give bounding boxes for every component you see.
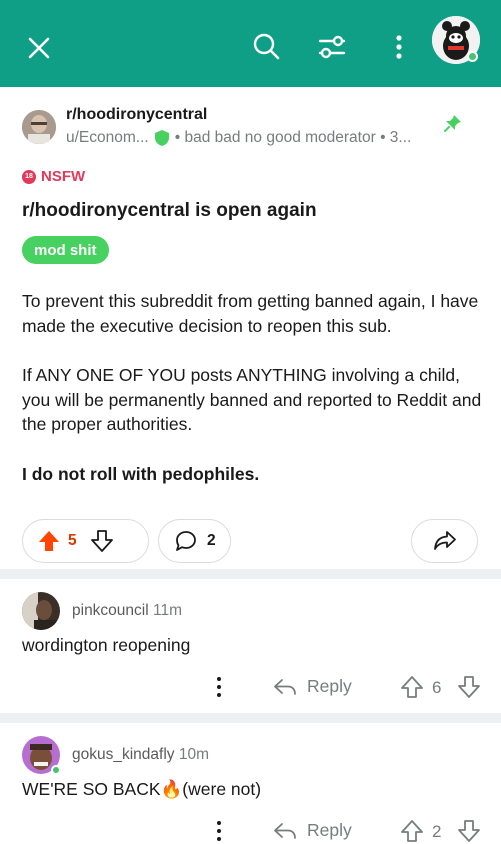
upvote-active-icon (39, 531, 59, 551)
comment: gokus_kindafly 10m WE'RE SO BACK🔥(were n… (0, 723, 501, 844)
comment-header: gokus_kindafly 10m (72, 746, 209, 764)
online-status-dot (51, 765, 61, 775)
downvote-button[interactable] (90, 530, 113, 552)
comment-score: 6 (432, 678, 442, 697)
reply-label: Reply (307, 676, 352, 696)
vote-count: 5 (68, 532, 77, 549)
author-name[interactable]: u/Econom... (66, 129, 149, 147)
post-body-paragraph: I do not roll with pedophiles. (22, 463, 260, 484)
vote-bar: 5 (22, 519, 149, 563)
section-divider (0, 569, 501, 579)
comment-upvote-button[interactable] (401, 676, 423, 703)
post-body-paragraph: If ANY ONE OF YOU posts ANYTHING involvi… (22, 365, 482, 434)
reply-button[interactable]: Reply (273, 820, 352, 841)
comment-text: WE'RE SO BACK🔥(were not) (22, 779, 262, 799)
comment-bubble-icon (175, 530, 197, 552)
comment-time: 11m (153, 602, 183, 619)
close-icon[interactable] (27, 36, 51, 60)
post-card: r/hoodironycentral u/Econom... • bad bad… (0, 87, 501, 569)
comment-actions: Reply 2 (0, 816, 501, 844)
post-body: To prevent this subreddit from getting b… (22, 289, 482, 486)
comment-actions: Reply 6 (0, 672, 501, 704)
comment-header: pinkcouncil 11m (72, 602, 182, 620)
post-flair[interactable]: mod shit (22, 236, 109, 264)
filter-sliders-icon[interactable] (318, 34, 346, 60)
section-divider (0, 713, 501, 723)
comment: pinkcouncil 11m wordington reopening Rep… (0, 579, 501, 713)
user-avatar[interactable] (432, 16, 480, 64)
comment-username[interactable]: pinkcouncil (72, 602, 149, 619)
comment-time: 10m (178, 746, 210, 763)
reply-arrow-icon (274, 822, 296, 839)
reply-arrow-icon (274, 678, 296, 695)
comment-upvote-button[interactable] (401, 820, 423, 844)
comment-text: wordington reopening (22, 635, 191, 655)
reply-button[interactable]: Reply (273, 676, 352, 697)
share-arrow-icon (433, 531, 456, 550)
search-icon[interactable] (252, 32, 280, 60)
comment-downvote-button[interactable] (458, 676, 480, 703)
upvote-icon (401, 820, 423, 842)
author-flair: • bad bad no good moderator • 3... (174, 129, 412, 146)
nsfw-tag: 18 NSFW (22, 168, 85, 185)
upvote-icon (401, 676, 423, 698)
pin-icon (444, 114, 462, 137)
downvote-icon (458, 676, 480, 698)
upvote-button[interactable] (38, 530, 60, 552)
comments-button[interactable]: 2 (158, 519, 231, 563)
comment-score: 2 (432, 822, 442, 841)
comment-count: 2 (207, 532, 216, 549)
subreddit-avatar[interactable] (22, 110, 56, 144)
reply-label: Reply (307, 820, 352, 840)
comment-more-icon[interactable] (215, 676, 223, 703)
moderator-shield-icon (154, 130, 169, 146)
comment-downvote-button[interactable] (458, 820, 480, 844)
post-title: r/hoodironycentral is open again (22, 200, 317, 221)
downvote-icon (458, 820, 480, 842)
downvote-icon (90, 530, 113, 552)
commenter-avatar[interactable] (22, 592, 60, 630)
subreddit-name[interactable]: r/hoodironycentral (66, 106, 207, 124)
post-body-paragraph: To prevent this subreddit from getting b… (22, 291, 479, 336)
nsfw-label: NSFW (41, 168, 86, 185)
commenter-avatar[interactable] (22, 736, 61, 775)
app-header (0, 0, 501, 87)
comment-username[interactable]: gokus_kindafly (72, 746, 175, 763)
share-button[interactable] (411, 519, 478, 563)
more-vertical-icon[interactable] (395, 35, 403, 59)
post-meta: u/Econom... • bad bad no good moderator … (66, 129, 411, 147)
online-status-dot (467, 51, 478, 62)
nsfw-18-icon: 18 (22, 169, 36, 184)
comment-more-icon[interactable] (215, 820, 223, 844)
